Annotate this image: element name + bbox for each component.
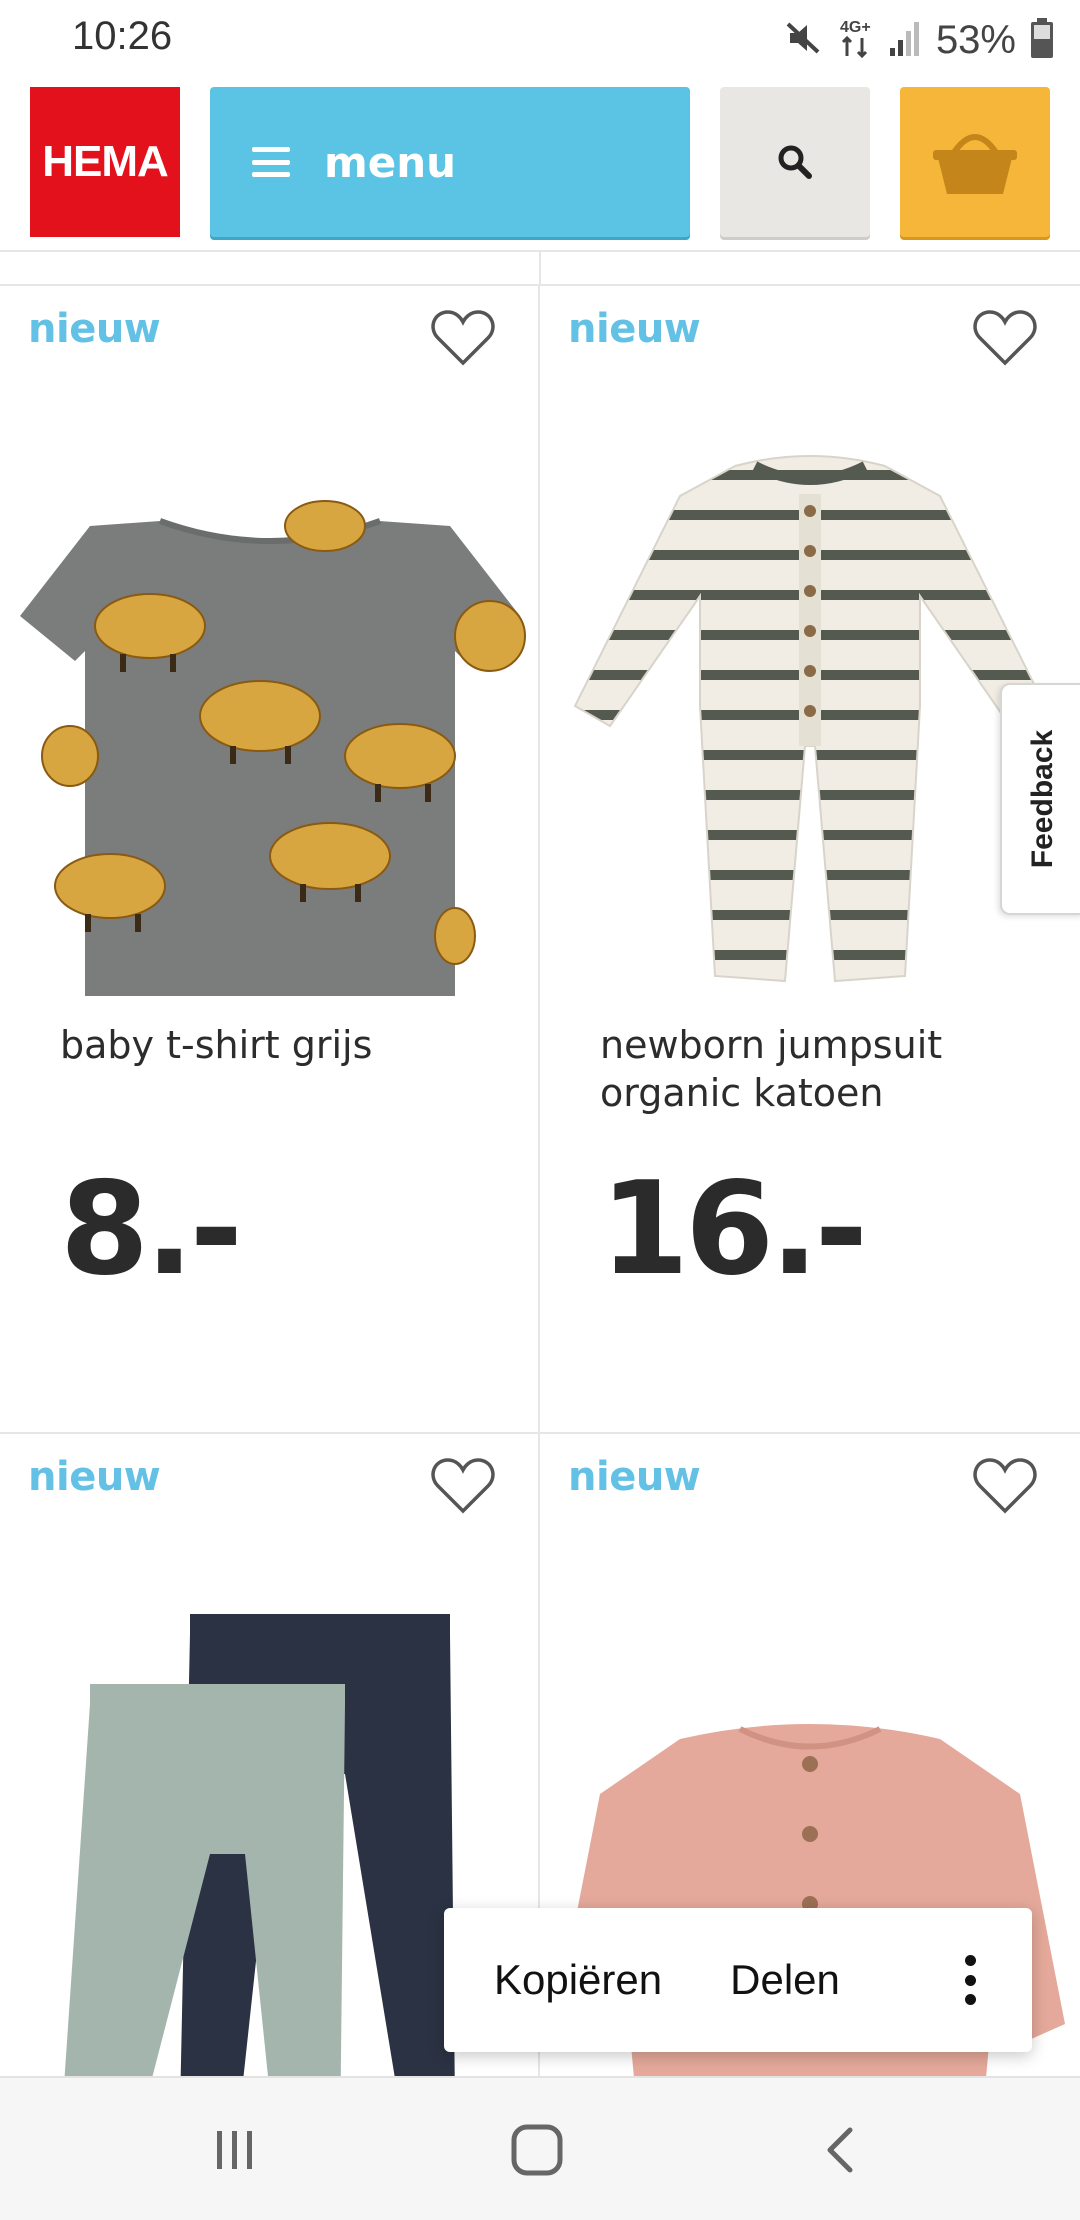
heart-icon[interactable] (972, 308, 1038, 368)
text-selection-menu: Kopiëren Delen (444, 1908, 1032, 2052)
status-bar: 10:26 4G+ 53% (0, 0, 1080, 80)
recent-apps-icon (217, 2131, 252, 2169)
recent-apps-button[interactable] (195, 2118, 275, 2182)
product-card[interactable]: nieuw baby t-shirt grijs 8.- (0, 286, 540, 1434)
product-title[interactable]: baby t-shirt grijs (60, 1021, 500, 1069)
product-title[interactable]: newborn jumpsuit organic katoen (600, 1021, 1040, 1117)
search-button[interactable] (720, 87, 870, 237)
back-button[interactable] (800, 2118, 880, 2182)
logo-text: HEMA (42, 137, 169, 186)
basket-icon (933, 134, 1017, 194)
hema-logo[interactable]: HEMA (30, 87, 180, 237)
menu-button[interactable]: menu (210, 87, 690, 237)
home-icon (511, 2124, 563, 2176)
new-badge: nieuw (568, 306, 701, 352)
new-badge: nieuw (28, 306, 161, 352)
share-menu-item[interactable]: Delen (730, 1956, 840, 2004)
cart-button[interactable] (900, 87, 1050, 237)
heart-icon[interactable] (430, 1456, 496, 1516)
heart-icon[interactable] (972, 1456, 1038, 1516)
site-header: HEMA menu (0, 80, 1080, 250)
signal-icon (888, 18, 922, 63)
copy-menu-item[interactable]: Kopiëren (494, 1956, 662, 2004)
product-image[interactable] (0, 376, 540, 996)
feedback-tab[interactable]: Feedback (1000, 683, 1080, 915)
new-badge: nieuw (568, 1454, 701, 1500)
grid-divider (0, 250, 1080, 286)
network-4g-icon: 4G+ (838, 16, 874, 65)
status-time: 10:26 (72, 14, 173, 58)
svg-text:4G+: 4G+ (840, 19, 871, 36)
more-options-icon[interactable] (964, 1955, 976, 2005)
product-price: 8.- (60, 1155, 243, 1304)
status-icons: 4G+ 53% (784, 12, 1054, 68)
feedback-label: Feedback (1026, 729, 1059, 869)
hamburger-icon (252, 147, 290, 177)
battery-icon (1030, 17, 1054, 64)
product-card[interactable]: nieuw newborn jumpsuit organic katoen 16… (540, 286, 1080, 1434)
home-button[interactable] (497, 2118, 577, 2182)
back-icon (827, 2127, 853, 2173)
product-price: 16.- (600, 1155, 868, 1304)
battery-percent: 53% (935, 17, 1016, 62)
system-nav-bar (0, 2076, 1080, 2220)
new-badge: nieuw (28, 1454, 161, 1500)
heart-icon[interactable] (430, 308, 496, 368)
product-image[interactable] (540, 376, 1080, 996)
search-icon (778, 145, 812, 179)
menu-label: menu (324, 137, 457, 187)
mute-icon (784, 18, 824, 63)
